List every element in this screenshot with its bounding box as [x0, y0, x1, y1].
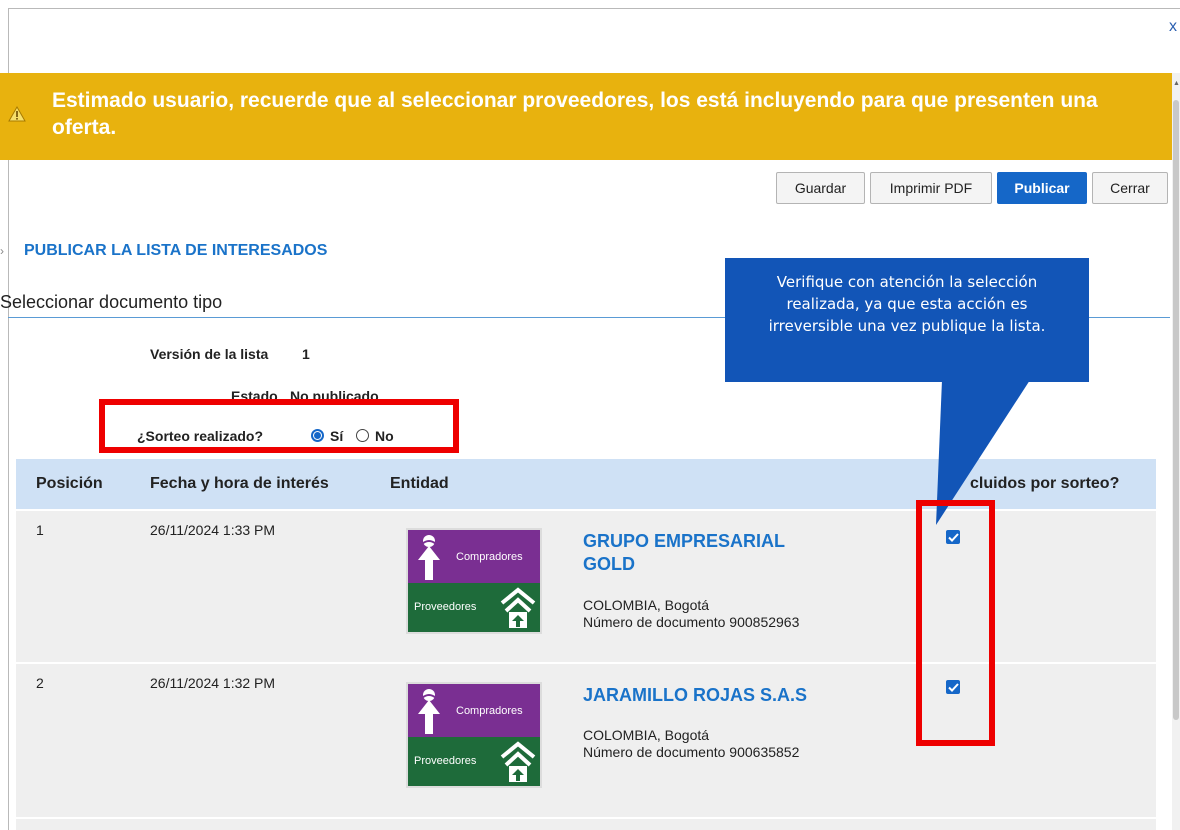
row-posicion: 1	[36, 522, 44, 538]
entity-location: COLOMBIA, Bogotá	[583, 727, 710, 743]
entity-logo: Compradores Proveedores	[406, 682, 542, 788]
guardar-button[interactable]: Guardar	[776, 172, 865, 204]
section-title[interactable]: PUBLICAR LA LISTA DE INTERESADOS	[24, 242, 327, 260]
estado-label: Estado	[231, 388, 278, 404]
entity-name-link[interactable]: JARAMILLO ROJAS S.A.S	[583, 684, 807, 707]
cerrar-button[interactable]: Cerrar	[1092, 172, 1168, 204]
entity-name-line1[interactable]: GRUPO EMPRESARIAL	[583, 531, 785, 551]
check-icon	[947, 532, 959, 542]
sorteo-label: ¿Sorteo realizado?	[137, 428, 264, 444]
incluido-checkbox[interactable]	[946, 530, 960, 544]
compradores-label: Compradores	[456, 705, 523, 717]
entity-logo: Compradores Proveedores	[406, 528, 542, 634]
estado-value: No publicado	[290, 388, 379, 404]
proveedores-label: Proveedores	[414, 601, 477, 613]
house-arrow-icon	[500, 587, 536, 628]
entity-document: Número de documento 900852963	[583, 614, 800, 630]
version-value: 1	[302, 346, 310, 362]
row-posicion: 2	[36, 675, 44, 691]
window-border-top	[8, 8, 1180, 9]
banner-message: Estimado usuario, recuerde que al selecc…	[52, 89, 1098, 139]
sorteo-no-label[interactable]: No	[375, 428, 394, 444]
incluido-checkbox[interactable]	[946, 680, 960, 694]
entity-name-link[interactable]: GRUPO EMPRESARIAL GOLD	[583, 530, 785, 576]
publicar-button[interactable]: Publicar	[997, 172, 1087, 204]
sorteo-si-label[interactable]: Sí	[330, 428, 343, 444]
row-fecha: 26/11/2024 1:33 PM	[150, 522, 276, 538]
compradores-label: Compradores	[456, 551, 523, 563]
imprimir-pdf-button[interactable]: Imprimir PDF	[870, 172, 992, 204]
section-arrow-icon: ›	[0, 244, 4, 258]
sorteo-si-radio[interactable]	[311, 429, 324, 442]
sorteo-highlight-box	[99, 399, 459, 453]
house-arrow-icon	[500, 741, 536, 782]
entity-name-line2[interactable]: GOLD	[583, 554, 635, 574]
column-entidad: Entidad	[390, 475, 449, 492]
sorteo-no-radio[interactable]	[356, 429, 369, 442]
check-icon	[947, 682, 959, 692]
entity-document: Número de documento 900635852	[583, 744, 800, 760]
row-fecha: 26/11/2024 1:32 PM	[150, 675, 276, 691]
proveedores-label: Proveedores	[414, 755, 477, 767]
scroll-up-icon[interactable]: ▲	[1173, 80, 1180, 87]
column-fecha: Fecha y hora de interés	[150, 475, 329, 492]
person-up-icon	[418, 535, 440, 580]
close-icon[interactable]: x	[1169, 18, 1177, 36]
scrollbar-thumb[interactable]	[1173, 100, 1179, 720]
document-type-label: Seleccionar documento tipo	[0, 292, 223, 312]
tooltip-callout: Verifique con atención la selección real…	[725, 258, 1089, 382]
version-label: Versión de la lista	[150, 346, 269, 362]
person-up-icon	[418, 689, 440, 734]
table-row	[16, 819, 1156, 830]
entity-location: COLOMBIA, Bogotá	[583, 597, 710, 613]
column-posicion: Posición	[36, 475, 103, 492]
warning-icon	[8, 105, 26, 122]
column-incluidos: cluidos por sorteo?	[970, 475, 1120, 492]
